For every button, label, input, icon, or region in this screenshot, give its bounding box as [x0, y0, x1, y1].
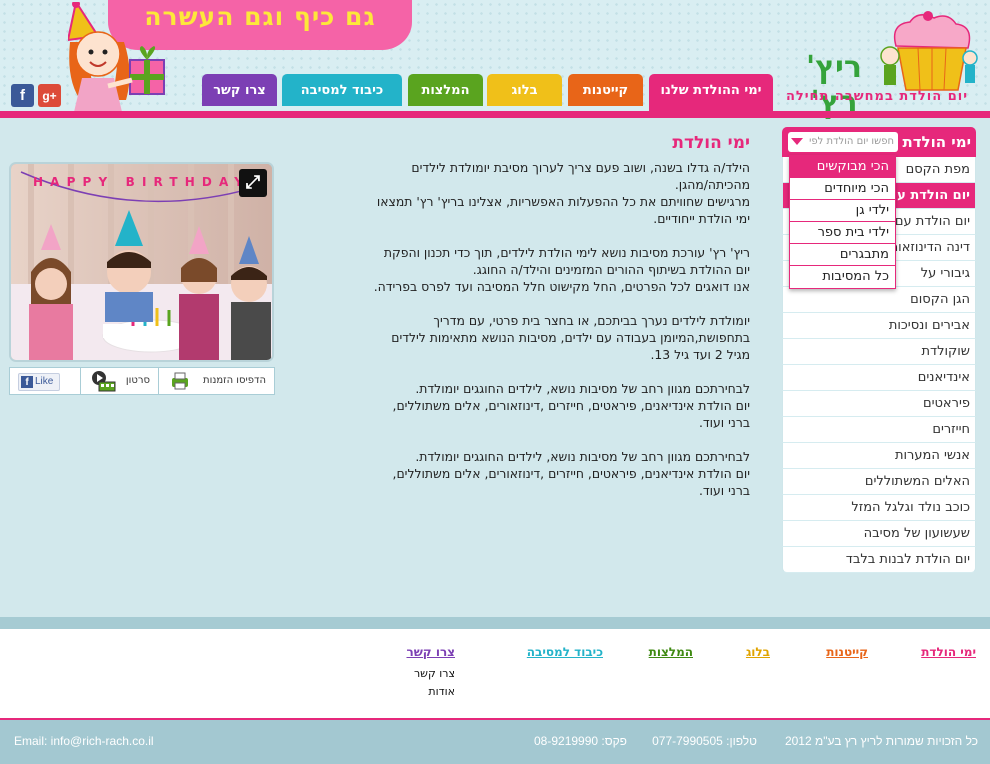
text-line: הילד/ה גדלו בשנה, ושוב פעם צריך לערוך מס… [411, 160, 750, 175]
sidebar-item[interactable]: שעשועון של מסיבה [782, 521, 976, 547]
nav-tab-birthdays[interactable]: ימי ההולדת שלנו [649, 74, 773, 113]
site-header: גם כיף וגם העשרה f g+ ריץ' רץ' יום הולדת… [0, 0, 990, 120]
sidebar-item[interactable]: אינדיאנים [782, 365, 976, 391]
header-divider [0, 111, 990, 118]
sidebar-item[interactable]: כוכב נולד וגלגל המזל [782, 495, 976, 521]
sidebar-item[interactable]: פיראטים [782, 391, 976, 417]
text-line: ברני ועוד. [698, 415, 750, 430]
nav-tab-blog[interactable]: בלוג [487, 74, 562, 106]
footer-link-blog[interactable]: בלוג [746, 645, 770, 659]
footer-sublink-about[interactable]: אודות [428, 685, 455, 698]
footer-link-contact[interactable]: צרו קשר [406, 645, 455, 659]
expand-icon[interactable]: ⤢ [239, 169, 267, 197]
text-line: מרגישים שחוויתם את כל ההפעלות האפשריות, … [376, 194, 750, 209]
text-line: יומולדת לילדים נערך בביתכם, או בחצר בית … [433, 313, 750, 328]
birthday-photo[interactable]: HAPPY BIRTHDAY ⤢ [9, 162, 274, 362]
paragraph: ריץ' רץ' עורכת מסיבות נושא לימי הולדת לי… [344, 244, 750, 295]
text-line: ברני ועוד. [698, 483, 750, 498]
footer-bottom-bar: כל הזכויות שמורות לריץ רץ בע"מ 2012 טלפו… [0, 720, 990, 764]
video-label: סרטון [125, 375, 150, 386]
text-line: ימי הולדת ייחודיים. [653, 211, 750, 226]
text-line: ריץ' רץ' עורכת מסיבות נושא לימי הולדת לי… [383, 245, 750, 260]
text-line: מהכיתה/מהגן. [674, 177, 750, 192]
printer-icon [172, 372, 188, 390]
facebook-icon[interactable]: f [11, 84, 34, 107]
nav-tab-camps[interactable]: קייטנות [568, 74, 643, 106]
footer-link-recommendations[interactable]: המלצות [649, 645, 693, 659]
sidebar-item[interactable]: האלים המשתוללים [782, 469, 976, 495]
text-line: בתחפושת,המיומן בעבודה עם ילדים, מסיבות ה… [391, 330, 750, 345]
paragraph: הילד/ה גדלו בשנה, ושוב פעם צריך לערוך מס… [344, 159, 750, 227]
footer-links: ימי הולדת קייטנות בלוג המלצות כיבוד למסי… [0, 629, 990, 718]
sidebar-item[interactable]: אבירים ונסיכות [782, 313, 976, 339]
text-line: יום ההולדת בשיתוף ההורים המזמינים והילד/… [472, 262, 750, 277]
logo-tagline: יום הולדת במחשבה תחילה [785, 89, 969, 104]
dropdown-option-selected[interactable]: הכי מבוקשים [790, 156, 895, 178]
nav-tab-recommendations[interactable]: המלצות [408, 74, 483, 106]
footer-band [0, 617, 990, 629]
email-link[interactable]: Email: info@rich-rach.co.il [14, 734, 154, 748]
text-line: יום הולדת אינדיאנים, פיראטים, חייזרים ,ד… [392, 398, 750, 413]
filter-dropdown-menu: הכי מבוקשים הכי מיוחדים ילדי גן ילדי בית… [789, 155, 896, 289]
girl-mascot-icon [68, 2, 165, 112]
dropdown-option[interactable]: ילדי בית ספר [790, 222, 895, 244]
dropdown-option[interactable]: הכי מיוחדים [790, 178, 895, 200]
facebook-like-button[interactable]: Like [18, 373, 60, 391]
dropdown-option[interactable]: ילדי גן [790, 200, 895, 222]
main-content: הילד/ה גדלו בשנה, ושוב פעם צריך לערוך מס… [344, 159, 750, 516]
sidebar-item[interactable]: שוקולדת [782, 339, 976, 365]
text-line: מגיל 2 ועד גיל 13. [650, 347, 750, 362]
text-line: לבחירתכם מגוון רחב של מסיבות נושא, לילדי… [415, 381, 750, 396]
footer-sublink-contact[interactable]: צרו קשר [414, 667, 455, 680]
paragraph: לבחירתכם מגוון רחב של מסיבות נושא, לילדי… [344, 380, 750, 431]
nav-tab-contact[interactable]: צרו קשר [202, 74, 277, 106]
text-line: אנו דואגים לכל הפרטים, החל מקישוט חלל המ… [373, 279, 750, 294]
birthday-party-image: HAPPY BIRTHDAY [11, 164, 272, 360]
footer-link-camps[interactable]: קייטנות [826, 645, 868, 659]
text-line: יום הולדת אינדיאנים, פיראטים, חייזרים ,ד… [392, 466, 750, 481]
logo-name: ריץ' רץ' [806, 50, 862, 120]
sidebar-item[interactable]: אנשי המערות [782, 443, 976, 469]
chevron-down-icon [791, 138, 803, 145]
film-play-icon [92, 371, 116, 392]
print-invitations-label: הדפיסו הזמנות [203, 375, 266, 386]
footer-link-catering[interactable]: כיבוד למסיבה [527, 645, 603, 659]
footer-link-birthdays[interactable]: ימי הולדת [921, 645, 976, 659]
paragraph: יומולדת לילדים נערך בביתכם, או בחצר בית … [344, 312, 750, 363]
sidebar-filter-placeholder: חפשו יום הולדת לפי [809, 136, 894, 147]
photo-toolbar: הדפיסו הזמנות סרטון Like [9, 367, 275, 395]
dropdown-option[interactable]: מתבגרים [790, 244, 895, 266]
sidebar-filter-select[interactable]: חפשו יום הולדת לפי [788, 132, 898, 152]
dropdown-option[interactable]: כל המסיבות [790, 266, 895, 288]
fax-text: פקס: 08-9219990 [534, 734, 627, 748]
video-button[interactable]: סרטון [80, 368, 158, 394]
google-plus-icon[interactable]: g+ [38, 84, 61, 107]
text-line: לבחירתכם מגוון רחב של מסיבות נושא, לילדי… [415, 449, 750, 464]
sidebar-item[interactable]: הגן הקסום [782, 287, 976, 313]
print-invitations-button[interactable]: הדפיסו הזמנות [158, 368, 274, 394]
nav-tab-catering[interactable]: כיבוד למסיבה [282, 74, 402, 106]
copyright-text: כל הזכויות שמורות לריץ רץ בע"מ 2012 [784, 734, 978, 748]
sidebar-item[interactable]: יום הולדת לבנות בלבד [782, 547, 976, 573]
page-title: ימי הולדת [672, 133, 750, 153]
paragraph: לבחירתכם מגוון רחב של מסיבות נושא, לילדי… [344, 448, 750, 499]
sidebar-header: ימי הולדת חפשו יום הולדת לפי [782, 127, 976, 157]
sidebar-item[interactable]: חייזרים [782, 417, 976, 443]
phone-text: טלפון: 077-7990505 [652, 734, 757, 748]
sidebar-title: ימי הולדת [902, 133, 971, 151]
